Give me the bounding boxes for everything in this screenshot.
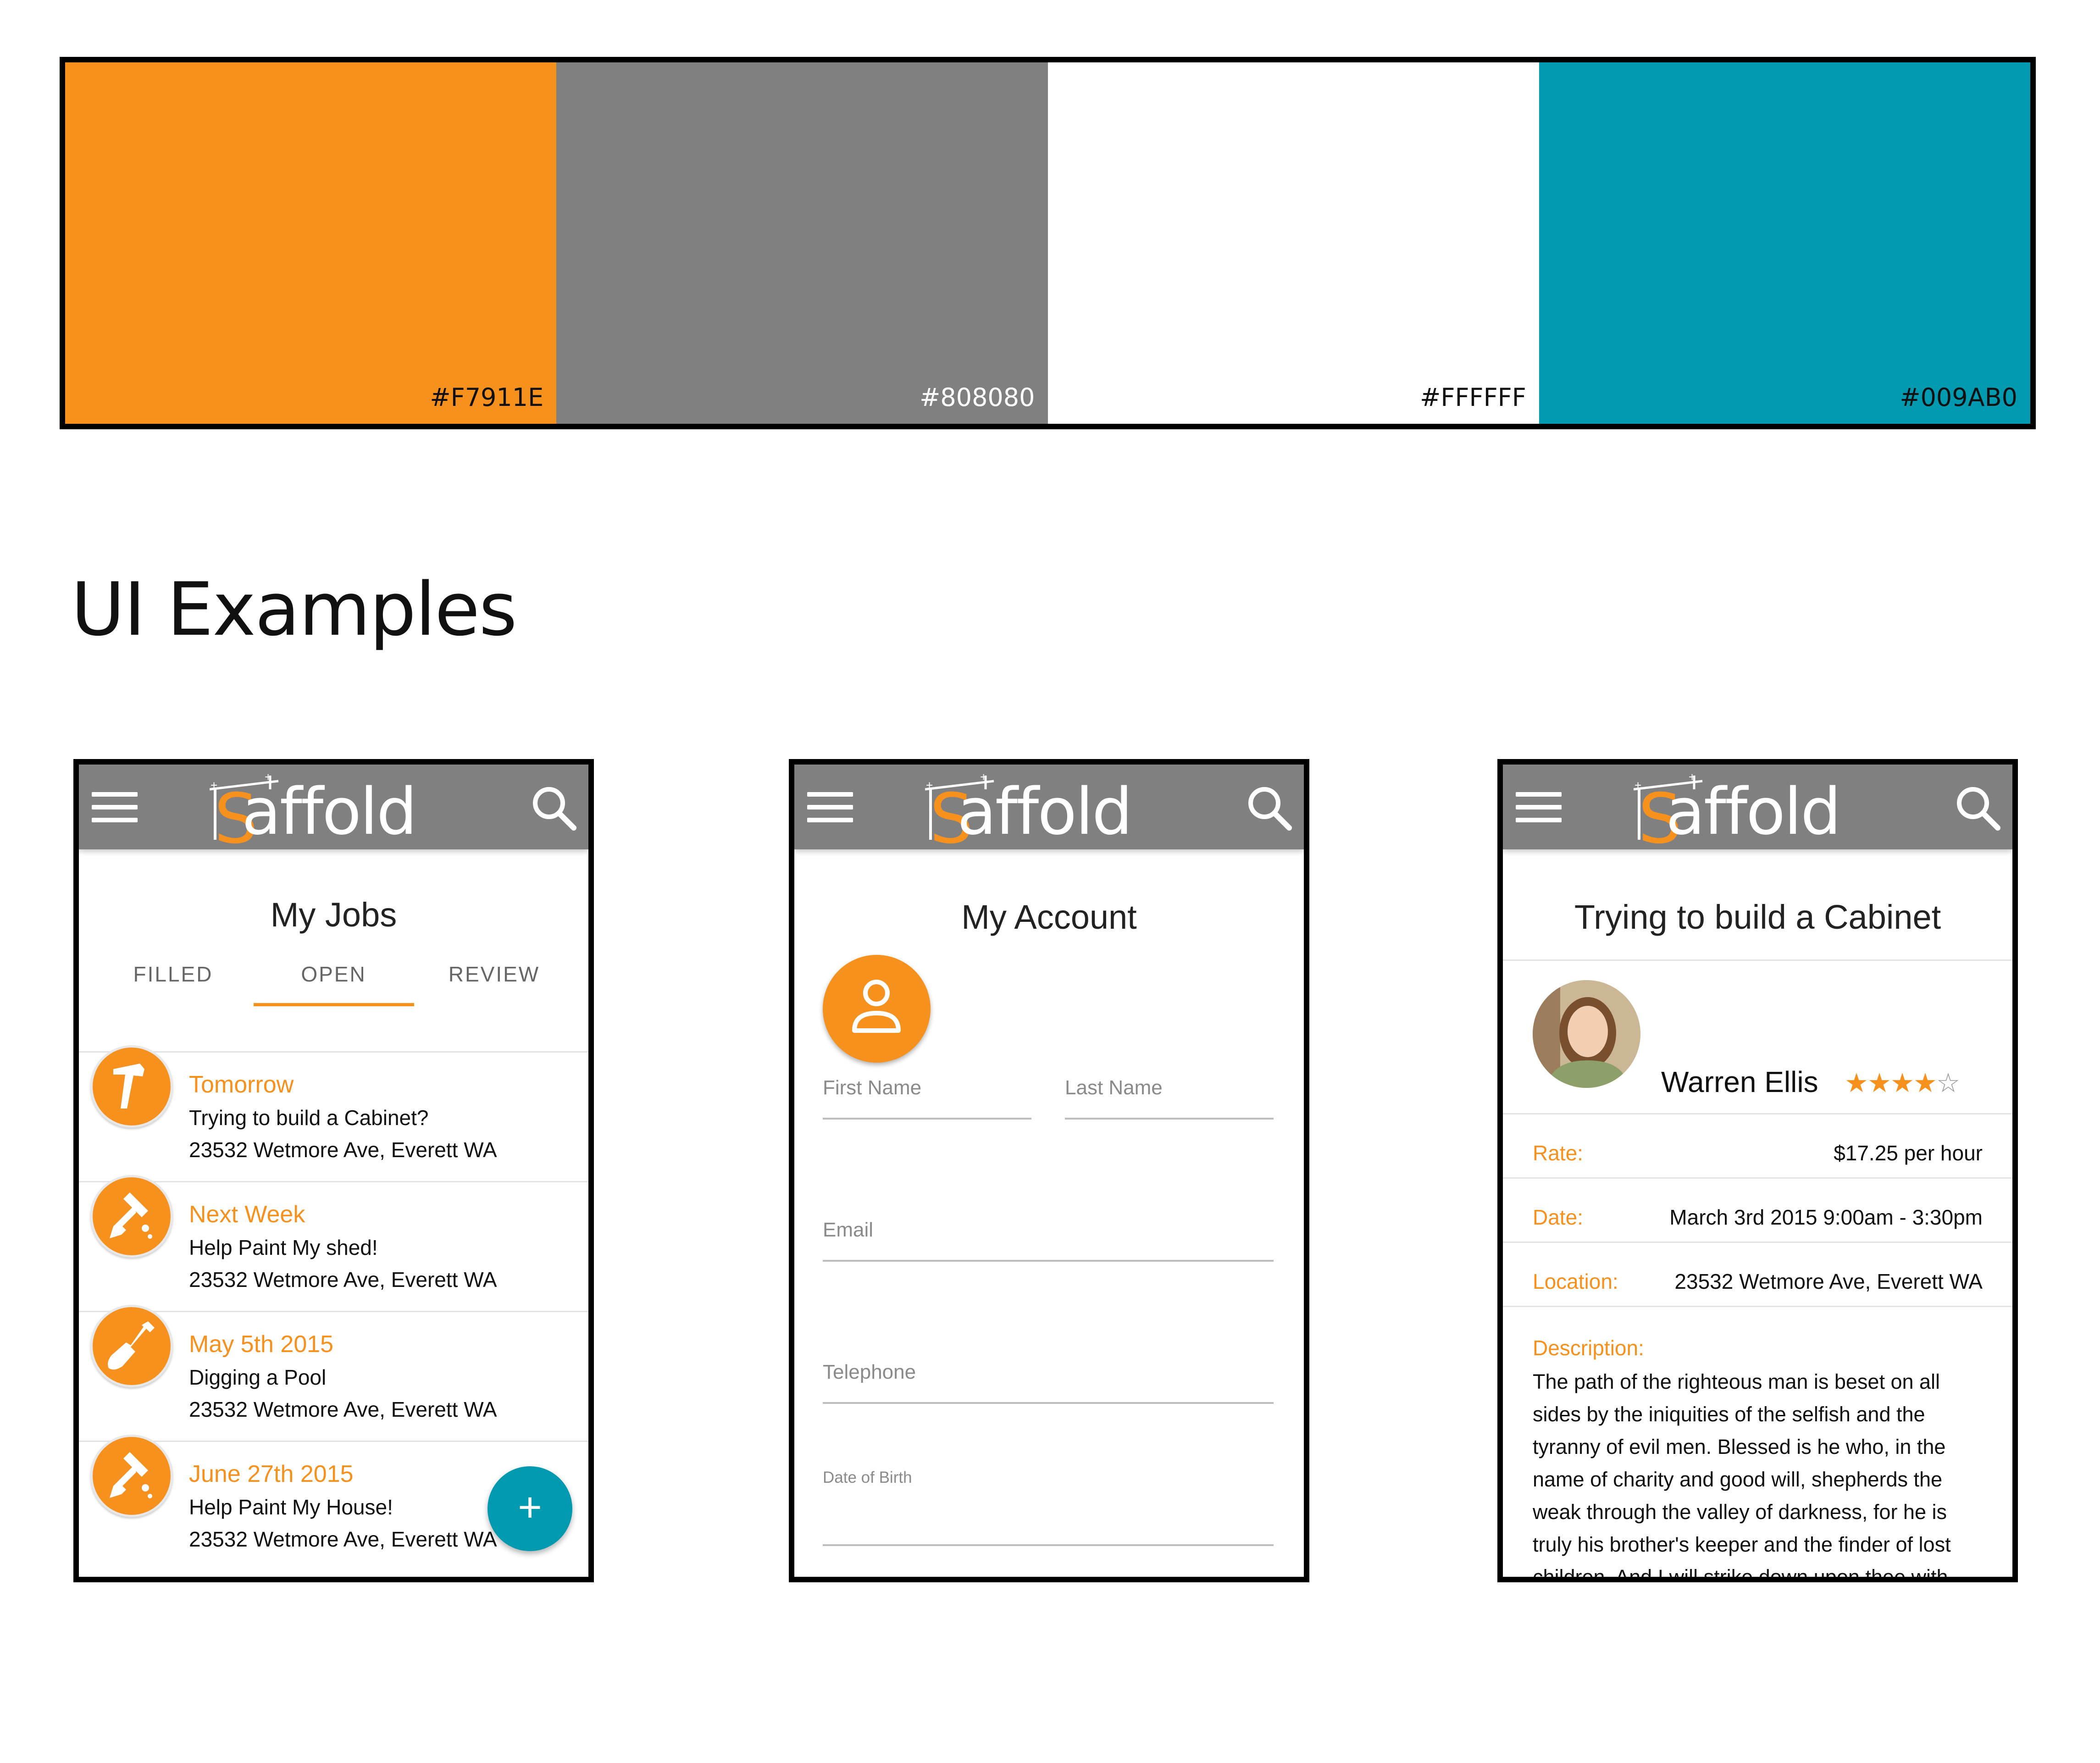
divider (1503, 1113, 2012, 1114)
phone-my-jobs: + + S affold My Jobs FILLED OPEN REVIEW … (73, 759, 594, 1582)
job-when: Tomorrow (189, 1071, 294, 1098)
field-label: First Name (823, 1076, 922, 1099)
rating-stars: ★★★★☆ (1845, 1067, 1960, 1098)
app-bar: + + S affold (1503, 765, 2012, 854)
job-avatar (90, 1435, 173, 1517)
job-title: Help Paint My shed! (189, 1236, 378, 1259)
logo-text: affold (242, 775, 417, 849)
phone-my-account: + + S affold My Account First Name Last … (789, 759, 1309, 1582)
paint-roller-icon (110, 1192, 152, 1239)
job-when: June 27th 2015 (189, 1461, 354, 1487)
tab-bar: FILLED OPEN REVIEW (79, 962, 588, 1006)
star-icon: ★ (1913, 1068, 1937, 1098)
location-value: 23532 Wetmore Ave, Everett WA (1674, 1270, 1983, 1293)
job-avatar (90, 1045, 173, 1128)
logo-text: affold (1666, 775, 1841, 849)
add-job-button[interactable]: + (488, 1466, 572, 1551)
rate-label: Rate: (1533, 1141, 1583, 1165)
date-label: Date: (1533, 1205, 1583, 1229)
location-label: Location: (1533, 1270, 1618, 1293)
list-item[interactable]: Next Week Help Paint My shed! 23532 Wetm… (79, 1175, 588, 1311)
list-item[interactable]: Tomorrow Trying to build a Cabinet? 2353… (79, 1045, 588, 1181)
search-icon[interactable] (1244, 783, 1295, 833)
shovel-icon (108, 1321, 155, 1370)
menu-icon[interactable] (807, 792, 853, 822)
field-label: Last Name (1065, 1076, 1163, 1099)
job-avatar (90, 1175, 173, 1258)
swatch-teal: #009AB0 (1539, 62, 2030, 424)
email-field[interactable]: Email (823, 1200, 1274, 1262)
section-title: UI Examples (71, 566, 517, 652)
search-icon[interactable] (529, 783, 579, 833)
app-bar: + + S affold (79, 765, 588, 854)
star-icon: ★ (1890, 1068, 1914, 1098)
swatch-gray: #808080 (556, 62, 1048, 424)
first-name-field[interactable]: First Name (823, 1058, 1031, 1120)
tab-open[interactable]: OPEN (253, 962, 414, 1006)
star-icon: ★ (1867, 1068, 1891, 1098)
date-value: March 3rd 2015 9:00am - 3:30pm (1669, 1205, 1983, 1229)
swatch-white: #FFFFFF (1047, 62, 1539, 424)
job-address: 23532 Wetmore Ave, Everett WA (189, 1397, 497, 1421)
phone-job-detail: + + S affold Trying to build a Cabinet W… (1497, 759, 2018, 1582)
page-title: My Jobs (270, 896, 397, 934)
field-label: Email (823, 1219, 874, 1241)
job-title: Digging a Pool (189, 1365, 327, 1389)
description-text: The path of the righteous man is beset o… (1533, 1370, 1951, 1582)
color-palette: #F7911E #808080 #FFFFFF #009AB0 (60, 57, 2036, 429)
hammer-icon (113, 1064, 144, 1109)
swatch-code: #808080 (920, 383, 1035, 412)
field-label: Date of Birth (823, 1469, 912, 1486)
swatch-code: #F7911E (430, 383, 544, 412)
menu-icon[interactable] (92, 792, 138, 822)
paint-roller-icon (110, 1452, 152, 1498)
job-address: 23532 Wetmore Ave, Everett WA (189, 1138, 497, 1162)
logo-text: affold (957, 775, 1133, 849)
description-label: Description: (1533, 1336, 1644, 1360)
job-title: Help Paint My House! (189, 1495, 393, 1519)
logo: + + S affold (925, 771, 1182, 854)
telephone-field[interactable]: Telephone (823, 1342, 1274, 1404)
menu-icon[interactable] (1516, 792, 1562, 822)
profile-photo-icon (1533, 980, 1640, 1088)
divider (1503, 1306, 2012, 1307)
page-title: Trying to build a Cabinet (1574, 898, 1941, 936)
job-when: May 5th 2015 (189, 1331, 334, 1358)
tab-review[interactable]: REVIEW (414, 962, 575, 1005)
logo: + + S affold (210, 771, 466, 854)
job-avatar (90, 1305, 173, 1387)
divider (1503, 959, 2012, 961)
divider (1503, 1177, 2012, 1179)
avatar[interactable] (1533, 980, 1640, 1088)
swatch-code: #FFFFFF (1420, 383, 1526, 412)
avatar[interactable] (823, 955, 931, 1063)
job-address: 23532 Wetmore Ave, Everett WA (189, 1268, 497, 1292)
tab-filled[interactable]: FILLED (93, 962, 254, 1005)
star-empty-icon: ☆ (1936, 1068, 1960, 1098)
job-title: Trying to build a Cabinet? (189, 1106, 429, 1130)
divider (1503, 1242, 2012, 1243)
logo: + + S affold (1634, 771, 1890, 854)
star-icon: ★ (1845, 1068, 1868, 1098)
app-bar: + + S affold (794, 765, 1304, 854)
page-title: My Account (961, 898, 1137, 936)
field-label: Telephone (823, 1361, 916, 1383)
swatch-orange: #F7911E (65, 62, 557, 424)
person-icon (852, 980, 901, 1033)
list-item[interactable]: May 5th 2015 Digging a Pool 23532 Wetmor… (79, 1305, 588, 1441)
person-name: Warren Ellis (1661, 1065, 1818, 1098)
job-address: 23532 Wetmore Ave, Everett WA (189, 1527, 497, 1551)
swatch-code: #009AB0 (1900, 383, 2017, 412)
rate-value: $17.25 per hour (1834, 1141, 1983, 1165)
last-name-field[interactable]: Last Name (1065, 1058, 1274, 1120)
job-when: Next Week (189, 1201, 305, 1228)
date-of-birth-field[interactable]: Date of Birth (823, 1469, 1274, 1546)
search-icon[interactable] (1953, 783, 2003, 833)
